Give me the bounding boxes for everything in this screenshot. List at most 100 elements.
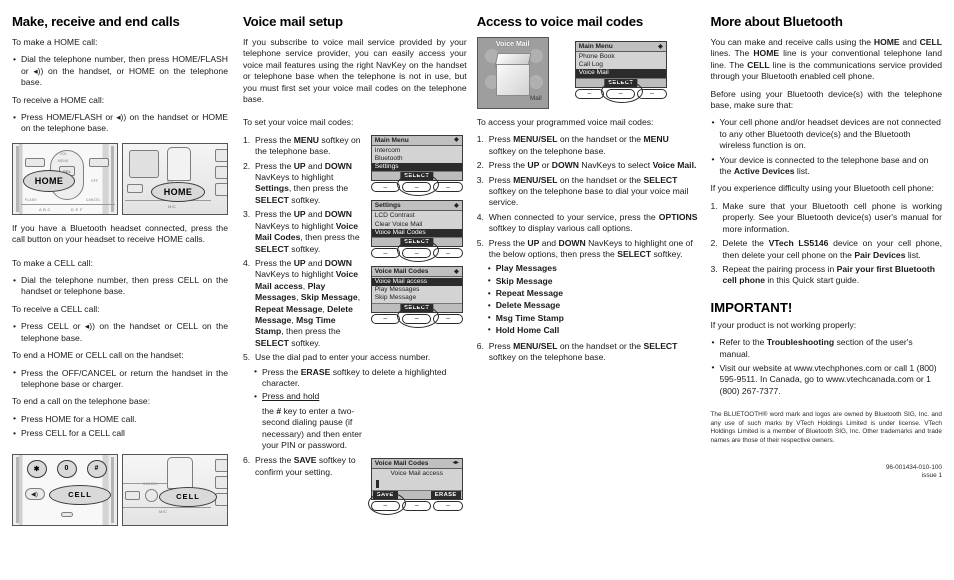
star-key[interactable]: ✱ bbox=[27, 459, 47, 478]
lcd-list-item[interactable]: Phone Book bbox=[576, 53, 666, 61]
right-softkey bbox=[89, 157, 109, 167]
important-heading: IMPORTANT! bbox=[710, 299, 793, 315]
home-button-base[interactable]: HOME bbox=[151, 181, 205, 202]
softkey-right[interactable]: – bbox=[433, 182, 463, 193]
base-key-4 bbox=[215, 458, 227, 472]
issue-number: issue 1 bbox=[921, 471, 942, 479]
base-softkey-row: – – – bbox=[370, 173, 463, 197]
label-abc: A B C bbox=[39, 206, 51, 212]
softkey-label-select: SELECT bbox=[400, 303, 434, 312]
substep-erase: Press the ERASE softkey to delete a high… bbox=[243, 366, 467, 390]
cell-button-base[interactable]: CELL bbox=[159, 486, 217, 507]
voice-mail-art-label: Voice Mail bbox=[495, 41, 530, 48]
step-5: Press the UP and DOWN NavKeys to highlig… bbox=[477, 237, 693, 260]
lcd-list-item[interactable]: LCD Contrast bbox=[372, 212, 462, 220]
softkey-middle[interactable]: – bbox=[402, 182, 432, 193]
list-item: Your device is connected to the telephon… bbox=[710, 154, 942, 178]
base-key-4 bbox=[215, 148, 227, 162]
zero-key[interactable]: 0 bbox=[57, 459, 77, 478]
lcd-title-bar: Main Menu ◆ bbox=[371, 135, 462, 146]
lcd-list-item[interactable]: Intercom bbox=[372, 147, 462, 155]
softkey-middle[interactable]: – bbox=[402, 500, 432, 511]
home-button-handset[interactable]: HOME bbox=[23, 169, 75, 192]
list-end-base: Press HOME for a HOME call. Press CELL f… bbox=[12, 413, 228, 440]
base-key-star bbox=[215, 182, 227, 196]
page-title-access-vm-codes: Access to voice mail codes bbox=[476, 14, 644, 29]
step-4: When connected to your service, press th… bbox=[477, 211, 698, 234]
softkey-middle[interactable]: – bbox=[402, 248, 432, 259]
steps-bluetooth-troubleshoot: Make sure that your Bluetooth cell phone… bbox=[710, 201, 942, 287]
text-bluetooth-lines: You can make and receive calls using the… bbox=[710, 37, 942, 82]
lcd-title-text: Settings bbox=[374, 202, 401, 210]
list-item: Press HOME/FLASH or ◂)) on the handset o… bbox=[12, 112, 228, 135]
option-item[interactable]: Repeat Message bbox=[477, 288, 698, 300]
softkey-left[interactable]: – bbox=[370, 248, 401, 259]
option-item[interactable]: Play Messages bbox=[477, 263, 698, 275]
hash-key[interactable]: # bbox=[87, 459, 107, 478]
lcd-title-bar: Settings ◆ bbox=[371, 201, 462, 212]
lcd-list-item-selected[interactable]: Voice Mail access bbox=[371, 278, 462, 287]
option-item[interactable]: Msg Time Stamp bbox=[477, 312, 698, 325]
lcd-list-item[interactable]: Skip Message bbox=[372, 294, 462, 302]
option-item[interactable]: Skip Message bbox=[477, 275, 698, 288]
lcd-list-item[interactable]: Play Messages bbox=[372, 286, 462, 294]
softkey-middle[interactable]: – bbox=[402, 313, 432, 324]
base-softkey-row: – – – bbox=[367, 491, 463, 515]
list-item: Press CELL for a CELL call bbox=[12, 428, 228, 440]
base-softkey-row: – – – bbox=[370, 304, 463, 328]
lcd-settings-menu: Settings ◆ LCD Contrast Clear Voice Mail… bbox=[370, 200, 467, 263]
text-to-make-home-call: To make a HOME call: bbox=[12, 37, 98, 47]
step-5: Use the dial pad to enter your access nu… bbox=[243, 352, 431, 364]
lcd-list-item-selected[interactable]: Voice Mail bbox=[575, 69, 666, 78]
softkey-label-select: SELECT bbox=[604, 78, 638, 87]
substep-press-and-hold-cont: the # key to enter a two-second dialing … bbox=[262, 405, 362, 450]
base-handset-cradle bbox=[167, 146, 191, 181]
column-make-receive-end-calls: Make, receive and end calls To make a HO… bbox=[12, 14, 240, 572]
lcd-voice-mail-codes-menu: Voice Mail Codes ◆ Voice Mail access Pla… bbox=[370, 266, 467, 328]
text-before-using: Before using your Bluetooth device(s) wi… bbox=[710, 88, 942, 111]
cell-button-handset[interactable]: CELL bbox=[49, 484, 111, 505]
option-item[interactable]: Hold Home Call bbox=[477, 324, 698, 337]
quick-start-guide-page: Make, receive and end calls To make a HO… bbox=[0, 0, 954, 580]
lcd-list-item[interactable]: Call Log bbox=[576, 61, 666, 69]
column-voice-mail-setup: Voice mail setup If you subscribe to voi… bbox=[240, 14, 475, 572]
option-item[interactable]: Delete Message bbox=[477, 300, 698, 312]
softkey-right[interactable]: – bbox=[637, 88, 667, 99]
lcd-list-item-selected[interactable]: Voice Mail Codes bbox=[371, 228, 462, 238]
step-1: Press the MENU softkey on the telephone … bbox=[243, 134, 361, 157]
step-2: Press the UP or DOWN NavKeys to select V… bbox=[477, 160, 697, 172]
text-to-end-call-base: To end a call on the telephone base: bbox=[12, 396, 151, 407]
softkey-right[interactable]: – bbox=[433, 248, 463, 259]
lcd-list-item[interactable]: Bluetooth bbox=[372, 155, 462, 163]
softkey-left[interactable]: – bbox=[370, 313, 401, 324]
page-title-calls: Make, receive and end calls bbox=[12, 14, 180, 29]
softkey-left[interactable]: – bbox=[370, 500, 401, 511]
text-to-receive-cell-call: To receive a CELL call: bbox=[12, 303, 100, 314]
lcd-title-bar: Voice Mail Codes ◆ bbox=[371, 267, 462, 278]
photo-handset-home-button: VOL MENU SEL OFF FLASH CANCEL A B C D E … bbox=[12, 142, 118, 215]
lcd-voice-mail-entry: Voice Mail Codes ◂▸ Voice Mail access SA… bbox=[367, 457, 467, 515]
softkey-left[interactable]: – bbox=[574, 88, 605, 99]
scroll-updown-icon: ◆ bbox=[658, 43, 663, 50]
softkey-middle[interactable]: – bbox=[606, 88, 636, 99]
lcd-list-item-selected[interactable]: Settings bbox=[371, 163, 462, 172]
photo-base-home-button: VOL MIC HOME bbox=[122, 142, 228, 215]
lcd-title-bar: Voice Mail Codes ◂▸ bbox=[371, 458, 462, 469]
step-4: Press the UP and DOWN NavKeys to highlig… bbox=[243, 257, 361, 348]
list-make-home: Dial the telephone number, then press HO… bbox=[12, 54, 228, 88]
softkey-right[interactable]: – bbox=[433, 500, 463, 511]
base-key-7 bbox=[215, 475, 227, 489]
label-flash: FLASH bbox=[25, 197, 37, 202]
text-difficulty-lead: If you experience difficulty using your … bbox=[710, 183, 934, 194]
label-mic: MIC bbox=[159, 508, 168, 514]
step-6: Press MENU/SEL on the handset or the SEL… bbox=[477, 340, 678, 363]
text-to-make-cell-call: To make a CELL call: bbox=[12, 257, 93, 268]
photo-base-cell-button: CANCEL MIC CELL bbox=[122, 453, 228, 526]
list-important: Refer to the Troubleshooting section of … bbox=[710, 337, 942, 397]
softkey-left[interactable]: – bbox=[370, 182, 401, 193]
lcd-list-item[interactable]: Clear Voice Mail bbox=[372, 221, 462, 229]
page-title-more-about-bluetooth: More about Bluetooth bbox=[710, 14, 843, 29]
list-item: Visit our website at www.vtechphones.com… bbox=[710, 362, 942, 397]
label-vol: VOL bbox=[60, 151, 68, 156]
softkey-right[interactable]: – bbox=[433, 313, 463, 324]
